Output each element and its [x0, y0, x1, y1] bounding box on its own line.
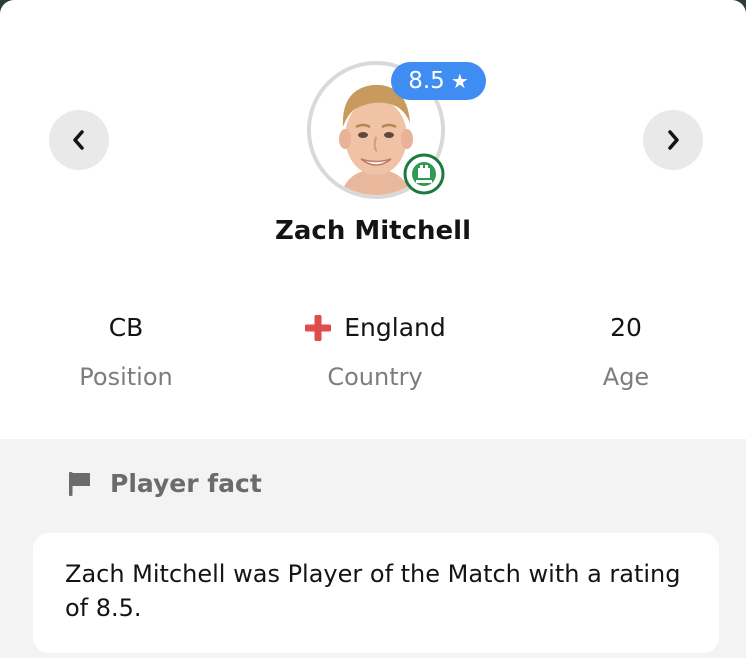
- stat-position: CB Position: [26, 308, 226, 391]
- country-value: England: [344, 313, 446, 342]
- player-name[interactable]: Zach Mitchell: [0, 216, 746, 246]
- rating-badge: 8.5 ★: [391, 62, 486, 100]
- stat-age: 20 Age: [526, 308, 726, 391]
- rating-value: 8.5: [408, 68, 445, 94]
- age-value: 20: [610, 313, 642, 342]
- flag-icon: [69, 471, 90, 496]
- position-label: Position: [79, 363, 173, 391]
- star-icon: ★: [450, 69, 469, 93]
- chevron-right-icon: [668, 130, 679, 150]
- country-value-row: England: [275, 308, 475, 348]
- previous-player-button[interactable]: [49, 110, 109, 170]
- stat-country: England Country: [275, 308, 475, 391]
- player-fact-text: Zach Mitchell was Player of the Match wi…: [33, 533, 719, 653]
- player-fact-header: Player fact: [66, 469, 262, 498]
- club-crest-icon: [403, 153, 445, 195]
- position-value: CB: [108, 313, 144, 342]
- player-fact-section: Player fact Zach Mitchell was Player of …: [0, 439, 746, 658]
- country-label: Country: [327, 363, 423, 391]
- player-fact-title: Player fact: [110, 469, 262, 498]
- player-card: 8.5 ★ Zach Mitchell CB Position England …: [0, 0, 746, 658]
- next-player-button[interactable]: [643, 110, 703, 170]
- england-flag-icon: [305, 315, 332, 341]
- chevron-left-icon: [73, 130, 84, 150]
- age-label: Age: [602, 363, 650, 391]
